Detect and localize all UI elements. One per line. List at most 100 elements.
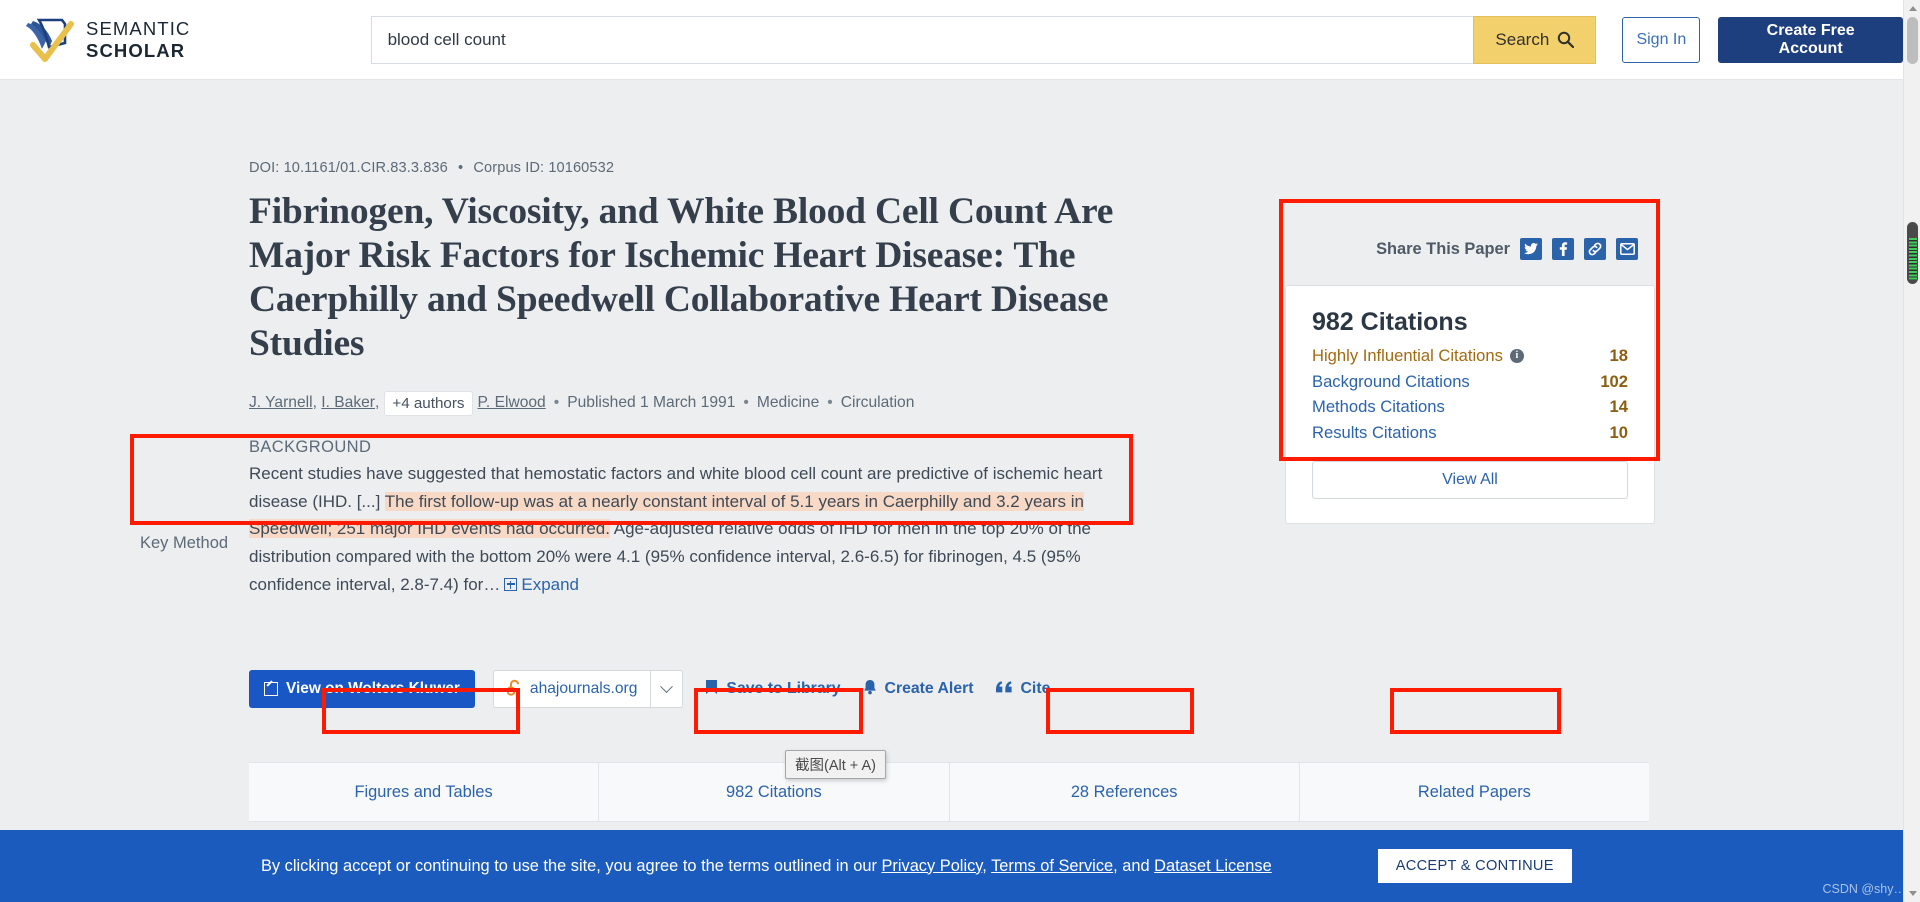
facebook-icon[interactable] (1552, 238, 1574, 260)
scroll-down-button[interactable] (1904, 885, 1920, 902)
chevron-down-icon (660, 679, 674, 693)
paper-detail: DOI: 10.1161/01.CIR.83.3.836 • Corpus ID… (249, 160, 1149, 599)
brand-name: SEMANTIC SCHOLAR (86, 18, 280, 62)
paper-tabs: Figures and Tables 982 Citations 28 Refe… (249, 762, 1649, 822)
scrollbar-thumb[interactable] (1907, 222, 1918, 284)
chevron-down-icon (1908, 891, 1917, 896)
results-citations-link[interactable]: Results Citations (1312, 421, 1437, 445)
semantic-scholar-logo-icon (22, 15, 74, 65)
chevron-up-icon (1908, 6, 1917, 11)
site-header: SEMANTIC SCHOLAR Search Sign In Create F… (0, 0, 1903, 80)
citation-stat-row: Background Citations 102 (1312, 369, 1628, 395)
tab-figures-and-tables[interactable]: Figures and Tables (249, 763, 600, 821)
share-label: Share This Paper (1376, 239, 1510, 258)
tab-references[interactable]: 28 References (950, 763, 1300, 821)
dataset-license-link[interactable]: Dataset License (1154, 857, 1272, 875)
meta-separator-2: • (743, 394, 749, 412)
abstract-heading: BACKGROUND (249, 437, 372, 456)
scrollbar-track-segment (1907, 17, 1918, 64)
terms-of-service-link[interactable]: Terms of Service (991, 857, 1113, 875)
citation-stat-row: Results Citations 10 (1312, 420, 1628, 446)
doi-value[interactable]: 10.1161/01.CIR.83.3.836 (284, 160, 448, 176)
view-all-citations-button[interactable]: View All (1312, 461, 1628, 500)
citations-card-title: 982 Citations (1312, 308, 1468, 336)
brand-name-bold: SCHOLAR (86, 39, 186, 61)
meta-separator-1: • (553, 394, 560, 412)
highly-influential-citations-link[interactable]: Highly Influential Citations (1312, 344, 1503, 368)
page-scrollbar[interactable] (1903, 0, 1920, 902)
info-icon[interactable]: i (1509, 348, 1524, 363)
citation-stat-row: Methods Citations 14 (1312, 394, 1628, 420)
search-input[interactable] (370, 15, 1474, 64)
search-bar: Search (370, 15, 1597, 64)
cookie-comma: , (982, 856, 992, 875)
open-access-icon (506, 679, 522, 699)
paper-actions: View on Wolters Kluwer ahajournals.org S… (249, 670, 1050, 708)
results-citations-count: 10 (1609, 422, 1628, 442)
view-on-publisher-button[interactable]: View on Wolters Kluwer (249, 670, 475, 708)
external-link-icon (264, 682, 278, 696)
email-icon[interactable] (1616, 238, 1638, 260)
tab-related-papers[interactable]: Related Papers (1300, 763, 1649, 821)
cookie-and: , and (1113, 856, 1155, 875)
published-date: Published 1 March 1991 (567, 394, 736, 412)
search-button[interactable]: Search (1473, 15, 1597, 64)
doi-line: DOI: 10.1161/01.CIR.83.3.836 • Corpus ID… (249, 160, 1149, 176)
save-to-library-label: Save to Library (726, 680, 841, 697)
save-to-library-button[interactable]: Save to Library (705, 679, 841, 700)
expand-label: Expand (521, 575, 580, 595)
more-authors-button[interactable]: +4 authors (384, 390, 473, 416)
background-citations-count: 102 (1600, 371, 1628, 391)
methods-citations-link[interactable]: Methods Citations (1312, 395, 1445, 419)
source-dropdown-toggle[interactable] (651, 670, 684, 708)
page-body: DOI: 10.1161/01.CIR.83.3.836 • Corpus ID… (0, 80, 1903, 902)
author-comma-2: , (374, 394, 380, 412)
expand-abstract-button[interactable]: Expand (504, 575, 579, 594)
cookie-prefix: By clicking accept or continuing to use … (261, 856, 882, 875)
cookie-consent-banner: By clicking accept or continuing to use … (0, 830, 1903, 902)
create-free-account-button[interactable]: Create Free Account (1718, 16, 1903, 63)
accept-and-continue-button[interactable]: ACCEPT & CONTINUE (1377, 849, 1572, 883)
corpus-id-value: 10160532 (548, 160, 615, 176)
source-selector: ahajournals.org (492, 670, 684, 708)
doi-label: DOI: (249, 160, 280, 176)
screenshot-tooltip: 截图(Alt + A) (785, 750, 886, 779)
cite-button[interactable]: Cite (995, 680, 1051, 699)
magnifier-icon (1557, 31, 1575, 48)
authors-line: J. Yarnell, I. Baker, +4 authors P. Elwo… (249, 390, 1149, 416)
share-this-paper: Share This Paper (1376, 238, 1638, 260)
scrollbar-thumb-indicator (1908, 238, 1917, 280)
brand-logo-link[interactable]: SEMANTIC SCHOLAR (22, 15, 280, 65)
quote-icon (995, 680, 1013, 699)
author-link-1[interactable]: J. Yarnell (249, 394, 313, 412)
view-on-label: View on Wolters Kluwer (286, 680, 460, 697)
scroll-up-button[interactable] (1904, 0, 1920, 17)
abstract-text: Recent studies have suggested that hemos… (249, 460, 1139, 599)
csdn-watermark: CSDN @shy… (1822, 882, 1906, 896)
doi-separator: • (458, 160, 464, 176)
cookie-consent-text: By clicking accept or continuing to use … (261, 857, 1272, 876)
citation-stat-row: Highly Influential Citations i 18 (1312, 343, 1628, 369)
twitter-icon[interactable] (1520, 238, 1542, 260)
link-icon[interactable] (1584, 238, 1606, 260)
meta-separator-3: • (827, 394, 833, 412)
citations-card: 982 Citations Highly Influential Citatio… (1285, 285, 1655, 525)
page-title: Fibrinogen, Viscosity, and White Blood C… (249, 191, 1114, 364)
source-name: ahajournals.org (529, 680, 638, 697)
background-citations-link[interactable]: Background Citations (1312, 370, 1470, 394)
privacy-policy-link[interactable]: Privacy Policy (881, 857, 982, 875)
bell-icon (863, 679, 877, 700)
cite-label: Cite (1020, 680, 1051, 697)
source-link-button[interactable]: ahajournals.org (492, 670, 652, 708)
field-of-study: Medicine (756, 394, 820, 412)
brand-name-light: SEMANTIC (86, 17, 191, 39)
sign-in-button[interactable]: Sign In (1622, 16, 1701, 63)
search-button-label: Search (1495, 29, 1550, 49)
plus-box-icon (504, 578, 518, 592)
author-link-last[interactable]: P. Elwood (478, 394, 546, 412)
methods-citations-count: 14 (1609, 397, 1628, 417)
corpus-id-label: Corpus ID: (473, 160, 545, 176)
tab-citations[interactable]: 982 Citations (599, 763, 950, 821)
create-alert-button[interactable]: Create Alert (863, 679, 974, 700)
author-link-2[interactable]: I. Baker (321, 394, 375, 412)
